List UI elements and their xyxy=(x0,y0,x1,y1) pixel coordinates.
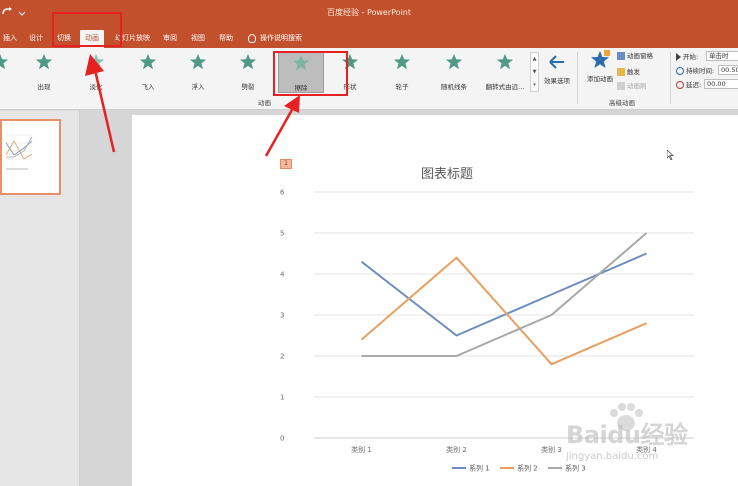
baidu-watermark: Baidu经验 jingyan.baidu.com xyxy=(560,403,730,475)
annotation-arrow-icon xyxy=(264,95,300,157)
powerpoint-window: 百度经验 - PowerPoint 插入 设计 切换 动画 幻灯片放映 审阅 视… xyxy=(0,0,738,486)
watermark-url: jingyan.baidu.com xyxy=(566,451,659,462)
annotation-arrow-icon xyxy=(85,54,116,153)
watermark-brand: Baidu经验 xyxy=(566,421,688,449)
